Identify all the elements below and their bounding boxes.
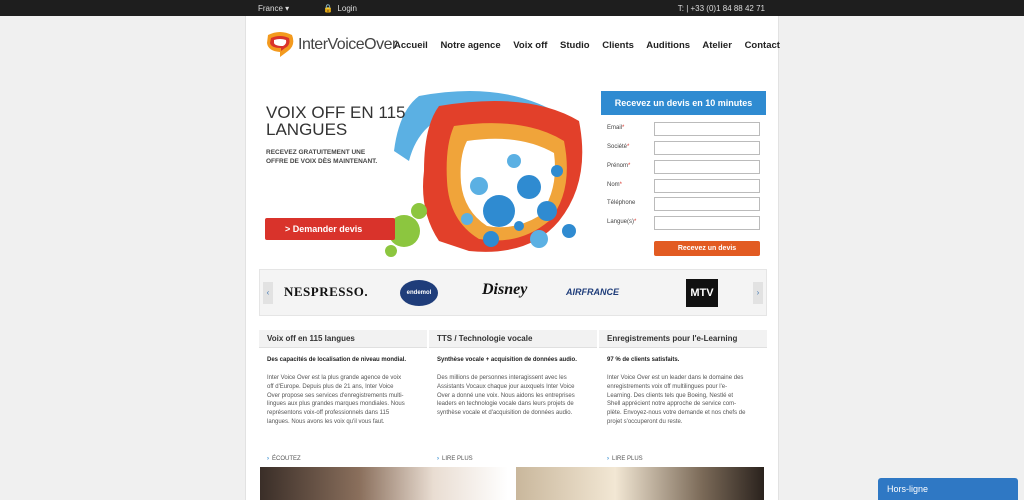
client-logo-mtv: MTV [686,279,718,307]
site-logo[interactable]: InterVoiceOver [264,31,397,61]
lock-icon: 🔒 [323,4,333,13]
form-row-societe: Société* [607,141,765,155]
feature-lead: 97 % de clients satisfaits. [607,357,680,363]
feature-column-elearning: Enregistrements pour l'e-Learning 97 % d… [599,330,767,470]
feature-body: Inter Voice Over est un leader dans le d… [607,375,746,425]
nav-item-auditions[interactable]: Auditions [646,40,690,51]
nom-label: Nom* [607,182,623,188]
feature-title: TTS / Technologie vocale [429,330,597,348]
nav-item-notre-agence[interactable]: Notre agence [440,40,500,51]
client-logo-nespresso: NESPRESSO. [284,284,369,299]
login-link[interactable]: 🔒 Login [323,4,357,13]
feature-link-lire-plus[interactable]: › LIRE PLUS [437,456,473,462]
main-nav: Accueil Notre agence Voix off Studio Cli… [394,40,790,51]
submit-quote-button[interactable]: Recevez un devis [654,241,760,256]
top-bar: France ▾ 🔒 Login T: | +33 (0)1 84 88 42 … [0,0,1024,16]
login-label: Login [337,4,357,13]
chevron-right-icon: › [607,456,609,462]
nav-item-studio[interactable]: Studio [560,40,590,51]
societe-field[interactable] [654,141,760,155]
langues-field[interactable] [654,216,760,230]
hero-subtitle-line2: OFFRE DE VOIX DÈS MAINTENANT. [266,158,378,165]
hero-title: VOIX OFF EN 115 LANGUES [266,104,436,138]
quote-form: Recevez un devis en 10 minutes Email* So… [601,91,767,261]
form-row-langues: Langue(s)* [607,216,765,230]
hero-subtitle: RECEVEZ GRATUITEMENT UNE OFFRE DE VOIX D… [266,148,406,166]
chevron-right-icon: › [437,456,439,462]
feature-column-tts: TTS / Technologie vocale Synthèse vocale… [429,330,597,470]
hero-title-line1: VOIX OFF EN 115 [266,103,406,122]
prenom-field[interactable] [654,160,760,174]
phone-number: T: | +33 (0)1 84 88 42 71 [677,4,765,13]
photo-studio [516,467,764,500]
chat-widget[interactable]: Hors-ligne [878,478,1018,500]
feature-link-ecoutez[interactable]: › ÉCOUTEZ [267,456,301,462]
carousel-prev-button[interactable]: ‹ [263,282,273,304]
nav-item-contact[interactable]: Contact [745,40,780,51]
telephone-field[interactable] [654,197,760,211]
nav-item-atelier[interactable]: Atelier [702,40,732,51]
feature-column-voice-over: Voix off en 115 langues Des capacités de… [259,330,427,470]
feature-body: Des millions de personnes interagissent … [437,375,575,417]
nav-item-voix-off[interactable]: Voix off [513,40,547,51]
form-row-telephone: Téléphone [607,197,765,211]
caret-down-icon: ▾ [285,4,290,13]
feature-link-lire-plus[interactable]: › LIRE PLUS [607,456,643,462]
quote-form-title: Recevez un devis en 10 minutes [601,91,766,115]
client-logo-airfrance: AIRFRANCE [566,287,619,297]
request-quote-button[interactable]: > Demander devis [265,218,395,240]
page-container: InterVoiceOver Accueil Notre agence Voix… [245,16,780,500]
speech-bubble-logo-icon [267,32,294,57]
societe-label: Société* [607,144,630,150]
form-row-nom: Nom* [607,179,765,193]
client-logos-carousel: ‹ NESPRESSO. endemol Disney AIRFRANCE MT… [259,269,767,316]
country-selector[interactable]: France ▾ [258,4,289,13]
feature-title: Enregistrements pour l'e-Learning [599,330,767,348]
country-label: France [258,4,283,13]
email-label: Email* [607,125,625,131]
email-field[interactable] [654,122,760,136]
hero-subtitle-line1: RECEVEZ GRATUITEMENT UNE [266,149,366,156]
chevron-right-icon: › [267,456,269,462]
telephone-label: Téléphone [607,200,636,206]
nav-item-accueil[interactable]: Accueil [394,40,428,51]
prenom-label: Prénom* [607,163,631,169]
langues-label: Langue(s)* [607,219,637,225]
nom-field[interactable] [654,179,760,193]
feature-lead: Des capacités de localisation de niveau … [267,357,407,363]
feature-lead: Synthèse vocale + acquisition de données… [437,357,577,363]
feature-body: Inter Voice Over est la plus grande agen… [267,375,405,425]
client-logo-disney: Disney [482,281,528,298]
photo-headphones [260,467,508,500]
hero-title-line2: LANGUES [266,120,348,139]
client-logo-endemol: endemol [400,280,438,306]
form-row-prenom: Prénom* [607,160,765,174]
form-row-email: Email* [607,122,765,136]
logo-text: InterVoiceOver [298,36,397,53]
nav-item-clients[interactable]: Clients [602,40,634,51]
feature-title: Voix off en 115 langues [259,330,427,348]
carousel-next-button[interactable]: › [753,282,763,304]
